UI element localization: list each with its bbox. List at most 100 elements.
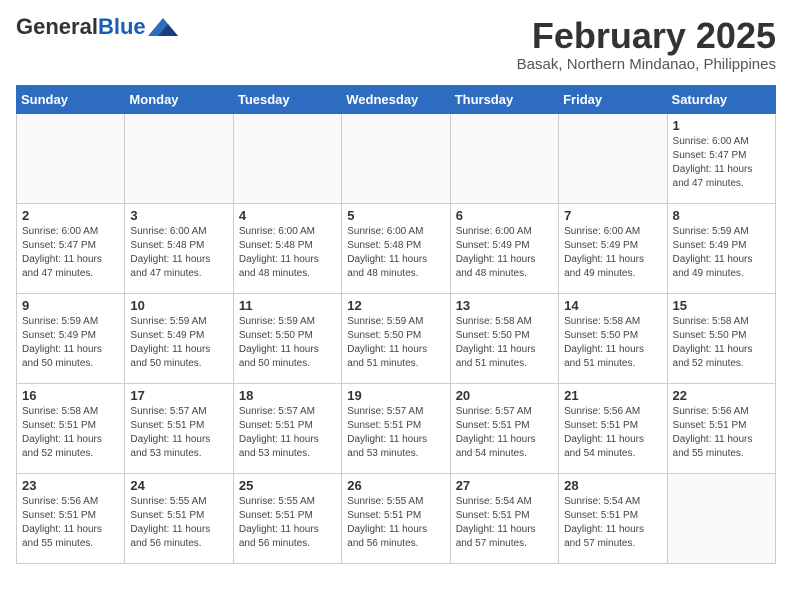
weekday-header: Monday — [125, 85, 233, 113]
weekday-header: Tuesday — [233, 85, 341, 113]
day-info: Sunrise: 5:57 AM Sunset: 5:51 PM Dayligh… — [239, 405, 336, 461]
day-number: 19 — [347, 388, 444, 403]
weekday-header: Friday — [559, 85, 667, 113]
day-info: Sunrise: 5:59 AM Sunset: 5:50 PM Dayligh… — [347, 315, 444, 371]
calendar-cell: 26 Sunrise: 5:55 AM Sunset: 5:51 PM Dayli… — [342, 473, 450, 563]
calendar-cell — [342, 113, 450, 203]
day-number: 9 — [22, 298, 119, 313]
calendar-cell: 14 Sunrise: 5:58 AM Sunset: 5:50 PM Dayli… — [559, 293, 667, 383]
day-number: 12 — [347, 298, 444, 313]
calendar-cell: 6 Sunrise: 6:00 AM Sunset: 5:49 PM Daylig… — [450, 203, 558, 293]
calendar-cell — [450, 113, 558, 203]
day-info: Sunrise: 5:55 AM Sunset: 5:51 PM Dayligh… — [239, 495, 336, 551]
calendar-cell: 13 Sunrise: 5:58 AM Sunset: 5:50 PM Dayli… — [450, 293, 558, 383]
calendar-cell — [17, 113, 125, 203]
day-info: Sunrise: 5:59 AM Sunset: 5:49 PM Dayligh… — [673, 225, 770, 281]
day-number: 4 — [239, 208, 336, 223]
day-number: 22 — [673, 388, 770, 403]
day-info: Sunrise: 5:57 AM Sunset: 5:51 PM Dayligh… — [456, 405, 553, 461]
calendar-cell: 15 Sunrise: 5:58 AM Sunset: 5:50 PM Dayli… — [667, 293, 775, 383]
calendar-cell: 23 Sunrise: 5:56 AM Sunset: 5:51 PM Dayli… — [17, 473, 125, 563]
day-number: 20 — [456, 388, 553, 403]
day-info: Sunrise: 6:00 AM Sunset: 5:48 PM Dayligh… — [347, 225, 444, 281]
calendar-cell: 22 Sunrise: 5:56 AM Sunset: 5:51 PM Dayli… — [667, 383, 775, 473]
day-info: Sunrise: 6:00 AM Sunset: 5:48 PM Dayligh… — [239, 225, 336, 281]
calendar-cell: 3 Sunrise: 6:00 AM Sunset: 5:48 PM Daylig… — [125, 203, 233, 293]
day-info: Sunrise: 5:55 AM Sunset: 5:51 PM Dayligh… — [347, 495, 444, 551]
calendar-cell: 8 Sunrise: 5:59 AM Sunset: 5:49 PM Daylig… — [667, 203, 775, 293]
day-info: Sunrise: 5:59 AM Sunset: 5:49 PM Dayligh… — [130, 315, 227, 371]
weekday-header: Sunday — [17, 85, 125, 113]
logo-text: GeneralBlue — [16, 16, 146, 38]
weekday-header: Wednesday — [342, 85, 450, 113]
day-number: 6 — [456, 208, 553, 223]
day-info: Sunrise: 5:58 AM Sunset: 5:50 PM Dayligh… — [456, 315, 553, 371]
day-number: 10 — [130, 298, 227, 313]
calendar-cell: 24Sunrise: 5:55 AM Sunset: 5:51 PM Dayli… — [125, 473, 233, 563]
day-info: Sunrise: 5:58 AM Sunset: 5:50 PM Dayligh… — [564, 315, 661, 371]
day-info: Sunrise: 6:00 AM Sunset: 5:49 PM Dayligh… — [564, 225, 661, 281]
weekday-header: Saturday — [667, 85, 775, 113]
day-number: 15 — [673, 298, 770, 313]
day-info: Sunrise: 5:54 AM Sunset: 5:51 PM Dayligh… — [564, 495, 661, 551]
calendar-week-row: 2 Sunrise: 6:00 AM Sunset: 5:47 PM Daylig… — [17, 203, 776, 293]
day-number: 13 — [456, 298, 553, 313]
calendar-cell: 2 Sunrise: 6:00 AM Sunset: 5:47 PM Daylig… — [17, 203, 125, 293]
calendar-cell — [559, 113, 667, 203]
day-info: Sunrise: 5:57 AM Sunset: 5:51 PM Dayligh… — [130, 405, 227, 461]
day-number: 7 — [564, 208, 661, 223]
day-info: Sunrise: 5:56 AM Sunset: 5:51 PM Dayligh… — [564, 405, 661, 461]
day-number: 2 — [22, 208, 119, 223]
day-number: 23 — [22, 478, 119, 493]
day-info: Sunrise: 5:59 AM Sunset: 5:49 PM Dayligh… — [22, 315, 119, 371]
calendar-week-row: 1Sunrise: 6:00 AM Sunset: 5:47 PM Daylig… — [17, 113, 776, 203]
header: GeneralBlue February 2025 Basak, Norther… — [16, 16, 776, 73]
logo-general: General — [16, 14, 98, 39]
calendar-cell: 5 Sunrise: 6:00 AM Sunset: 5:48 PM Daylig… — [342, 203, 450, 293]
day-info: Sunrise: 5:59 AM Sunset: 5:50 PM Dayligh… — [239, 315, 336, 371]
calendar-cell: 19Sunrise: 5:57 AM Sunset: 5:51 PM Dayli… — [342, 383, 450, 473]
day-info: Sunrise: 6:00 AM Sunset: 5:48 PM Dayligh… — [130, 225, 227, 281]
calendar-cell: 18 Sunrise: 5:57 AM Sunset: 5:51 PM Dayli… — [233, 383, 341, 473]
day-number: 3 — [130, 208, 227, 223]
day-number: 28 — [564, 478, 661, 493]
calendar-cell — [667, 473, 775, 563]
calendar-week-row: 23 Sunrise: 5:56 AM Sunset: 5:51 PM Dayli… — [17, 473, 776, 563]
calendar-cell: 28 Sunrise: 5:54 AM Sunset: 5:51 PM Dayli… — [559, 473, 667, 563]
calendar-cell — [125, 113, 233, 203]
day-number: 5 — [347, 208, 444, 223]
calendar-cell: 16Sunrise: 5:58 AM Sunset: 5:51 PM Dayli… — [17, 383, 125, 473]
logo: GeneralBlue — [16, 16, 178, 38]
calendar-cell: 7 Sunrise: 6:00 AM Sunset: 5:49 PM Daylig… — [559, 203, 667, 293]
day-number: 21 — [564, 388, 661, 403]
calendar-cell: 21 Sunrise: 5:56 AM Sunset: 5:51 PM Dayli… — [559, 383, 667, 473]
day-info: Sunrise: 6:00 AM Sunset: 5:49 PM Dayligh… — [456, 225, 553, 281]
calendar-cell: 4 Sunrise: 6:00 AM Sunset: 5:48 PM Daylig… — [233, 203, 341, 293]
day-info: Sunrise: 5:56 AM Sunset: 5:51 PM Dayligh… — [22, 495, 119, 551]
day-number: 26 — [347, 478, 444, 493]
calendar-cell: 11Sunrise: 5:59 AM Sunset: 5:50 PM Dayli… — [233, 293, 341, 383]
calendar-week-row: 16Sunrise: 5:58 AM Sunset: 5:51 PM Dayli… — [17, 383, 776, 473]
calendar-cell: 1Sunrise: 6:00 AM Sunset: 5:47 PM Daylig… — [667, 113, 775, 203]
calendar-cell: 25Sunrise: 5:55 AM Sunset: 5:51 PM Dayli… — [233, 473, 341, 563]
calendar-cell: 27 Sunrise: 5:54 AM Sunset: 5:51 PM Dayli… — [450, 473, 558, 563]
logo-blue: Blue — [98, 14, 146, 39]
day-info: Sunrise: 5:56 AM Sunset: 5:51 PM Dayligh… — [673, 405, 770, 461]
day-info: Sunrise: 5:54 AM Sunset: 5:51 PM Dayligh… — [456, 495, 553, 551]
day-number: 17 — [130, 388, 227, 403]
location-title: Basak, Northern Mindanao, Philippines — [517, 56, 776, 73]
day-number: 14 — [564, 298, 661, 313]
day-info: Sunrise: 6:00 AM Sunset: 5:47 PM Dayligh… — [673, 135, 770, 191]
calendar-table: SundayMondayTuesdayWednesdayThursdayFrid… — [16, 85, 776, 564]
weekday-header-row: SundayMondayTuesdayWednesdayThursdayFrid… — [17, 85, 776, 113]
day-number: 18 — [239, 388, 336, 403]
day-number: 16 — [22, 388, 119, 403]
day-info: Sunrise: 5:58 AM Sunset: 5:50 PM Dayligh… — [673, 315, 770, 371]
day-number: 24 — [130, 478, 227, 493]
day-number: 27 — [456, 478, 553, 493]
calendar-cell: 17 Sunrise: 5:57 AM Sunset: 5:51 PM Dayli… — [125, 383, 233, 473]
day-number: 8 — [673, 208, 770, 223]
day-info: Sunrise: 6:00 AM Sunset: 5:47 PM Dayligh… — [22, 225, 119, 281]
weekday-header: Thursday — [450, 85, 558, 113]
calendar-week-row: 9 Sunrise: 5:59 AM Sunset: 5:49 PM Daylig… — [17, 293, 776, 383]
